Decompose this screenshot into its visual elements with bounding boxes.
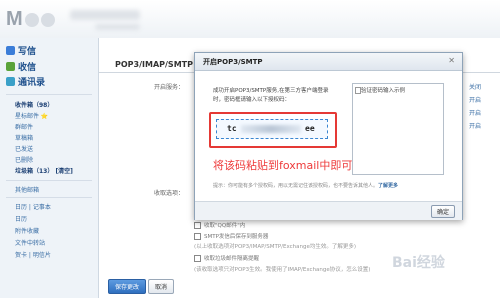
divider bbox=[6, 180, 92, 181]
save-button[interactable]: 保存更改 bbox=[108, 279, 146, 294]
pencil-icon bbox=[6, 45, 15, 55]
option-qq-mail[interactable]: 收取"QQ邮件"内 bbox=[194, 221, 245, 229]
page-title: POP3/IMAP/SMTP bbox=[115, 60, 193, 69]
example-image: 验证密码输入示例 bbox=[352, 83, 444, 175]
highlight-box: tc ee bbox=[209, 112, 337, 148]
service-toggle-link[interactable]: 关闭 bbox=[469, 82, 481, 91]
sidebar-item-spam[interactable]: 垃圾箱（13） [清空] bbox=[15, 166, 73, 175]
example-image-caption: 验证密码输入示例 bbox=[361, 88, 406, 94]
contacts-button[interactable]: 通讯录 bbox=[6, 75, 45, 88]
dialog-tip: 提示：你可能有多个授权码，用以无需记住该授权码，也不要告诉其他人。了解更多 bbox=[213, 183, 399, 189]
sidebar-tool-cards[interactable]: 贺卡 | 明信片 bbox=[15, 250, 51, 259]
checkbox[interactable] bbox=[194, 255, 201, 262]
dialog-header: 开启POP3/SMTP ✕ bbox=[195, 53, 462, 71]
sidebar-tool-calendar-notes[interactable]: 日历 | 记事本 bbox=[15, 202, 51, 211]
sidebar-tool-attachments[interactable]: 附件收藏 bbox=[15, 226, 39, 235]
auth-code-box[interactable]: tc ee bbox=[216, 119, 328, 139]
option-smtp-save[interactable]: SMTP发信后保存到服务器 bbox=[194, 232, 268, 240]
divider bbox=[6, 197, 92, 198]
checkbox[interactable] bbox=[194, 233, 201, 240]
auth-code-start: tc bbox=[227, 124, 237, 133]
service-toggle-link[interactable]: 开启 bbox=[469, 121, 481, 130]
cancel-button[interactable]: 取消 bbox=[148, 279, 174, 294]
mail-logo: M bbox=[6, 8, 56, 31]
dialog-description: 成功开启POP3/SMTP服务,在第三方客户端登录时，密码框请输入以下授权码： bbox=[213, 88, 329, 103]
top-bar: M bbox=[0, 0, 500, 39]
checkbox[interactable] bbox=[194, 222, 201, 229]
sidebar-other-mailbox[interactable]: 其他邮箱 bbox=[15, 185, 39, 194]
blurred-account bbox=[70, 10, 140, 20]
dialog-title: 开启POP3/SMTP bbox=[203, 58, 263, 66]
service-toggle-link[interactable]: 开启 bbox=[469, 95, 481, 104]
write-button[interactable]: 写信 bbox=[6, 44, 36, 57]
sidebar-item-inbox[interactable]: 收件箱（98） bbox=[15, 100, 53, 109]
close-icon[interactable]: ✕ bbox=[448, 56, 455, 65]
receive-options-label: 收取选项： bbox=[154, 190, 185, 197]
sidebar-tool-file-transfer[interactable]: 文件中转站 bbox=[15, 238, 45, 247]
dialog-footer: 确定 bbox=[195, 201, 462, 220]
contacts-icon bbox=[6, 76, 15, 86]
pop3-dialog: 开启POP3/SMTP ✕ 成功开启POP3/SMTP服务,在第三方客户端登录时… bbox=[194, 52, 463, 220]
option-smtp-hint: (以上收取选项对POP3/IMAP/SMTP/Exchange均生效。了解更多) bbox=[194, 244, 357, 250]
annotation-text: 将该码粘贴到foxmail中即可 bbox=[213, 159, 353, 172]
inbox-button[interactable]: 收信 bbox=[6, 60, 36, 73]
sidebar: 写信 收信 通讯录 收件箱（98） 星标邮件 ⭐ 群邮件 草稿箱 已发送 已删除… bbox=[0, 38, 99, 298]
sidebar-item-drafts[interactable]: 草稿箱 bbox=[15, 133, 33, 142]
blurred-code bbox=[241, 125, 301, 133]
sidebar-item-deleted[interactable]: 已删除 bbox=[15, 155, 33, 164]
sidebar-tool-calendar[interactable]: 日历 bbox=[15, 214, 27, 223]
blurred-account-sub bbox=[95, 24, 140, 30]
sidebar-item-group[interactable]: 群邮件 bbox=[15, 122, 33, 131]
open-service-label: 开启服务： bbox=[154, 84, 185, 91]
learn-more-link[interactable]: 了解更多 bbox=[378, 183, 398, 189]
sidebar-item-sent[interactable]: 已发送 bbox=[15, 144, 33, 153]
option-spam-reminder[interactable]: 收取垃圾邮件隔离提醒 bbox=[194, 254, 259, 262]
divider bbox=[6, 94, 92, 95]
watermark: Bai经验 bbox=[392, 255, 445, 271]
auth-code-end: ee bbox=[305, 124, 315, 133]
service-toggle-link[interactable]: 开启 bbox=[469, 108, 481, 117]
option-spam-hint: (该收取选项只对POP3生效。我使用了IMAP/Exchange协议，怎么设置) bbox=[194, 267, 371, 273]
ok-button[interactable]: 确定 bbox=[431, 205, 455, 218]
envelope-icon bbox=[6, 61, 15, 71]
sidebar-item-starred[interactable]: 星标邮件 ⭐ bbox=[15, 111, 48, 120]
